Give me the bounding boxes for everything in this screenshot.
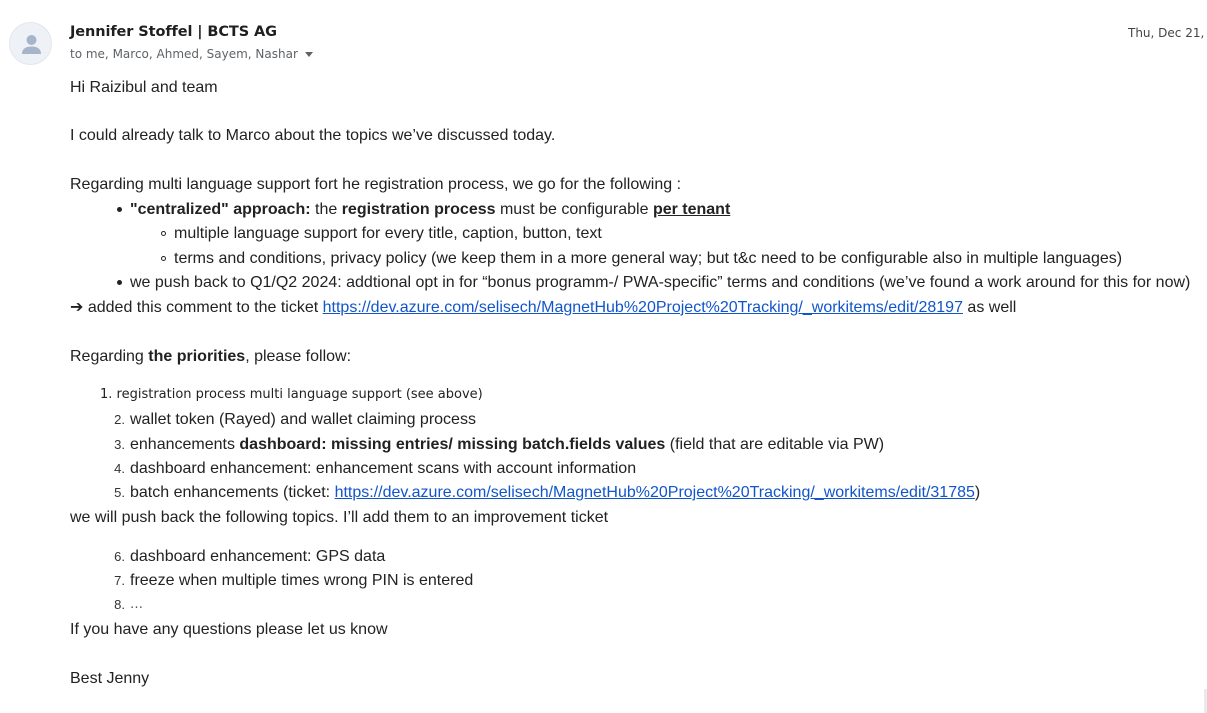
signoff: Best Jenny bbox=[70, 670, 150, 687]
bullet-1: "centralized" approach: the registration… bbox=[130, 201, 731, 218]
paragraph-2: Regarding multi language support fort he… bbox=[70, 176, 682, 193]
list-number: 8. bbox=[114, 597, 125, 612]
sub-bullet-icon bbox=[161, 231, 166, 236]
recipients-text: to me, Marco, Ahmed, Sayem, Nashar bbox=[70, 47, 298, 61]
person-icon bbox=[22, 35, 41, 54]
show-details-caret-icon[interactable] bbox=[304, 52, 313, 57]
priority-item-2: wallet token (Rayed) and wallet claiming… bbox=[130, 411, 476, 428]
list-number: 2. bbox=[114, 412, 125, 427]
greeting: Hi Raizibul and team bbox=[70, 79, 218, 96]
sub-bullet-icon bbox=[161, 256, 166, 261]
ticket-link-28197[interactable]: https://dev.azure.com/selisech/MagnetHub… bbox=[323, 299, 963, 316]
list-number: 6. bbox=[114, 549, 125, 564]
pushback-item-8: … bbox=[130, 597, 143, 612]
ticket-link-31785[interactable]: https://dev.azure.com/selisech/MagnetHub… bbox=[335, 484, 975, 501]
sub-bullet-2: terms and conditions, privacy policy (we… bbox=[174, 250, 1123, 267]
priorities-intro: Regarding the priorities, please follow: bbox=[70, 348, 352, 365]
arrow-icon: ➔ bbox=[70, 299, 84, 316]
ticket-comment-line: ➔ added this comment to the ticket https… bbox=[70, 299, 1017, 316]
bullet-2: we push back to Q1/Q2 2024: addtional op… bbox=[130, 274, 1191, 291]
list-number: 3. bbox=[114, 437, 125, 452]
pushback-item-7: freeze when multiple times wrong PIN is … bbox=[130, 572, 474, 589]
bullet-icon bbox=[117, 280, 122, 285]
priority-item-3: enhancements dashboard: missing entries/… bbox=[130, 436, 885, 453]
priority-item-4: dashboard enhancement: enhancement scans… bbox=[130, 460, 637, 477]
pushback-text: we will push back the following topics. … bbox=[70, 509, 609, 526]
email-date: Thu, Dec 21, 8 bbox=[1128, 26, 1207, 40]
sub-bullet-1: multiple language support for every titl… bbox=[174, 225, 602, 242]
priority-item-5: batch enhancements (ticket: https://dev.… bbox=[130, 484, 981, 501]
list-number: 7. bbox=[114, 573, 125, 588]
sender-name[interactable]: Jennifer Stoffel | BCTS AG bbox=[70, 24, 277, 40]
recipients: to me, Marco, Ahmed, Sayem, Nashar bbox=[70, 47, 313, 61]
list-number: 5. bbox=[114, 485, 125, 500]
bullet-icon bbox=[117, 207, 122, 212]
questions-text: If you have any questions please let us … bbox=[70, 621, 388, 638]
pushback-item-6: dashboard enhancement: GPS data bbox=[130, 548, 386, 565]
list-number: 4. bbox=[114, 461, 125, 476]
priority-item-1: 1. registration process multi language s… bbox=[100, 387, 483, 402]
sender-avatar[interactable] bbox=[9, 22, 52, 65]
paragraph-1: I could already talk to Marco about the … bbox=[70, 127, 556, 144]
